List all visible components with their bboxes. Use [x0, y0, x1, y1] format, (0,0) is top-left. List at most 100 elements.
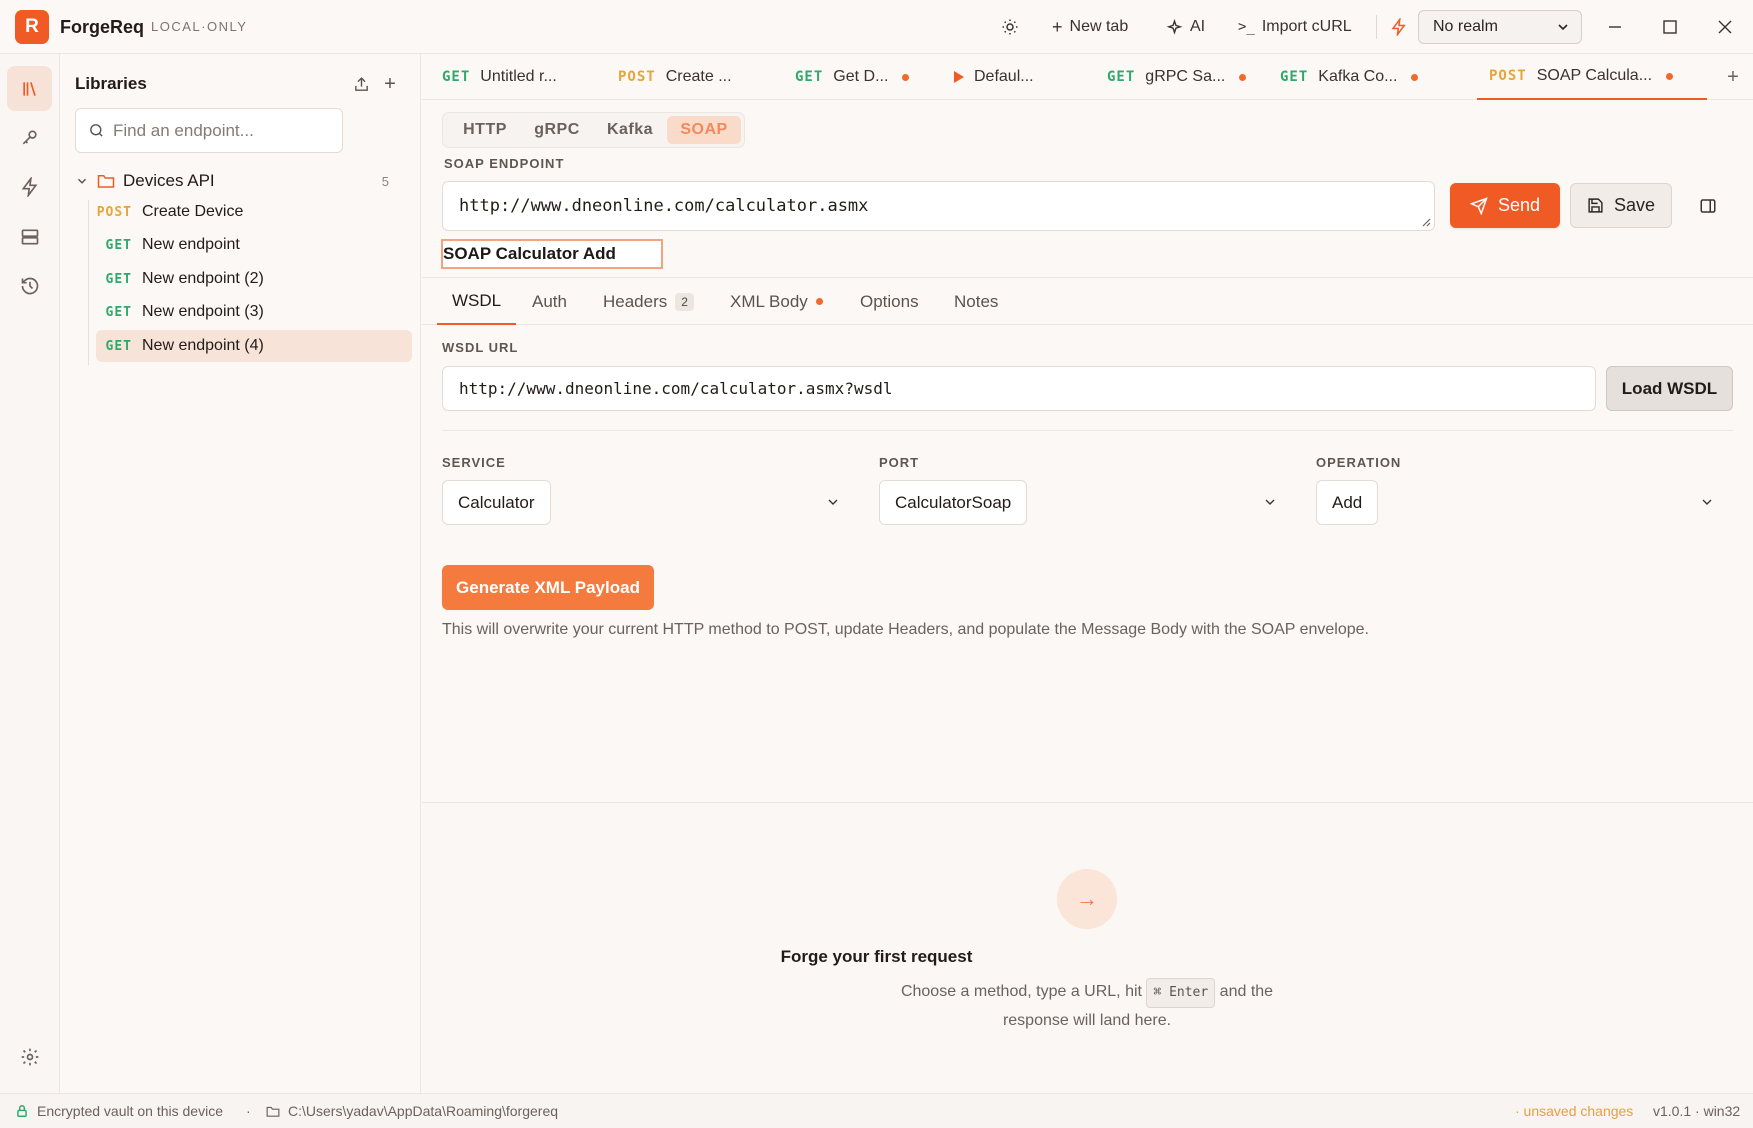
service-value: Calculator [442, 480, 551, 525]
endpoint-item[interactable]: GET New endpoint (2) [96, 263, 412, 295]
tab-grpc[interactable]: GET gRPC Sa... [1087, 54, 1259, 100]
servers-nav[interactable] [7, 214, 52, 259]
endpoint-item-selected[interactable]: GET New endpoint (4) [96, 330, 412, 362]
endpoint-item[interactable]: GET New endpoint [96, 229, 412, 261]
add-library-button[interactable]: + [380, 73, 400, 95]
endpoint-name: New endpoint (2) [142, 270, 264, 287]
chevron-down-icon[interactable] [75, 174, 89, 188]
endpoint-item[interactable]: GET New endpoint (3) [96, 296, 412, 328]
protocol-soap[interactable]: SOAP [667, 116, 741, 144]
sidebar-panel-icon [1700, 199, 1716, 213]
tab-wsdl[interactable]: WSDL [437, 278, 517, 325]
protocol-kafka[interactable]: Kafka [595, 116, 665, 144]
tab-untitled[interactable]: GET Untitled r... [422, 54, 597, 100]
tab-label: XML Body [730, 291, 808, 311]
libraries-nav[interactable] [7, 66, 52, 111]
arrow-right-icon: → [1057, 869, 1117, 929]
folder-count: 5 [381, 173, 389, 189]
realm-select[interactable]: No realm [1418, 10, 1582, 44]
save-button[interactable]: Save [1570, 183, 1672, 228]
folder-icon [266, 1106, 280, 1117]
title-bar: R ForgeReq LOCAL·ONLY + New tab AI >_ Im… [0, 0, 1753, 54]
theme-toggle-button[interactable] [1001, 14, 1019, 40]
search-icon [90, 124, 103, 137]
chevron-down-icon [1265, 499, 1275, 505]
tab-notes[interactable]: Notes [939, 278, 1013, 325]
ai-button[interactable]: AI [1166, 14, 1205, 40]
automations-nav[interactable] [7, 164, 52, 209]
protocol-grpc[interactable]: gRPC [523, 116, 591, 144]
close-window-button[interactable] [1712, 14, 1738, 40]
minimize-icon [1609, 26, 1621, 28]
app-name: ForgeReq [60, 17, 145, 37]
port-select[interactable]: CalculatorSoap [879, 480, 1290, 525]
settings-nav[interactable] [7, 1034, 52, 1079]
protocol-http[interactable]: HTTP [451, 116, 519, 144]
operation-value: Add [1316, 480, 1379, 525]
data-path-text: C:\Users\yadav\AppData\Roaming\forgereq [288, 1103, 559, 1119]
import-curl-label: Import cURL [1261, 18, 1352, 35]
sparkle-icon [1166, 18, 1183, 35]
status-bar: Encrypted vault on this device · C:\User… [0, 1093, 1753, 1128]
endpoint-url-value: http://www.dneonline.com/calculator.asmx [459, 196, 869, 216]
tab-label: Get D... [833, 68, 889, 85]
tab-default[interactable]: Defaul... [934, 54, 1086, 100]
unsaved-dot [1239, 73, 1247, 81]
keys-nav[interactable] [7, 115, 52, 160]
method-badge: GET [105, 338, 132, 354]
tab-method: POST [618, 69, 656, 85]
request-name-field[interactable]: SOAP Calculator Add [441, 239, 663, 269]
minimize-button[interactable] [1602, 14, 1628, 40]
tab-kafka[interactable]: GET Kafka Co... [1260, 54, 1436, 100]
maximize-button[interactable] [1657, 14, 1683, 40]
server-icon [21, 229, 38, 244]
sidebar-title: Libraries [75, 74, 147, 93]
tab-label: Kafka Co... [1318, 68, 1398, 85]
plus-icon: + [1052, 16, 1063, 37]
export-button[interactable] [351, 74, 371, 94]
tab-label: gRPC Sa... [1145, 68, 1226, 85]
folder-devices-api[interactable]: Devices API 5 [75, 167, 405, 195]
tab-label: WSDL [452, 290, 502, 310]
tab-headers[interactable]: Headers 2 [588, 278, 709, 325]
new-tab-button[interactable]: + New tab [1052, 14, 1128, 40]
tab-method: GET [1107, 69, 1136, 85]
bolt-icon [21, 176, 37, 197]
gear-icon [21, 1048, 38, 1065]
search-input[interactable] [113, 120, 333, 141]
wsdl-url-field[interactable]: http://www.dneonline.com/calculator.asmx… [442, 366, 1596, 411]
toolbar-divider [1376, 15, 1377, 39]
tree-guide [88, 200, 89, 365]
endpoint-url-field[interactable]: http://www.dneonline.com/calculator.asmx [442, 181, 1435, 231]
send-button[interactable]: Send [1450, 183, 1560, 228]
resize-grip-icon[interactable] [1421, 217, 1431, 227]
history-nav[interactable] [7, 263, 52, 308]
import-curl-button[interactable]: >_ Import cURL [1238, 14, 1352, 40]
headers-count-badge: 2 [675, 292, 694, 311]
generate-xml-payload-button[interactable]: Generate XML Payload [442, 565, 654, 610]
operation-label: OPERATION [1316, 455, 1402, 470]
send-icon [1469, 196, 1488, 215]
operation-select[interactable]: Add [1316, 480, 1727, 525]
endpoint-item[interactable]: POST Create Device [96, 196, 412, 228]
keyboard-shortcut: ⌘ Enter [1146, 978, 1216, 1008]
method-badge: GET [105, 237, 132, 253]
load-wsdl-button[interactable]: Load WSDL [1606, 366, 1733, 411]
tab-label: Create ... [665, 68, 732, 85]
endpoint-search[interactable] [75, 108, 343, 153]
add-tab-button[interactable]: + [1722, 66, 1744, 88]
tab-options[interactable]: Options [845, 278, 934, 325]
tab-method: POST [1489, 68, 1527, 84]
tab-soap-calculator[interactable]: POST SOAP Calcula... [1477, 54, 1707, 100]
tab-label: SOAP Calcula... [1536, 67, 1653, 84]
terminal-icon: >_ [1238, 19, 1255, 35]
tab-auth[interactable]: Auth [517, 278, 582, 325]
tab-create[interactable]: POST Create ... [598, 54, 774, 100]
panel-toggle-button[interactable] [1696, 194, 1720, 218]
wsdl-url-label: WSDL URL [442, 340, 519, 355]
tab-get-d[interactable]: GET Get D... [775, 54, 933, 100]
service-select[interactable]: Calculator [442, 480, 853, 525]
tab-xml-body[interactable]: XML Body [715, 278, 838, 325]
status-separator: · [246, 1103, 251, 1119]
close-icon [1718, 20, 1732, 34]
